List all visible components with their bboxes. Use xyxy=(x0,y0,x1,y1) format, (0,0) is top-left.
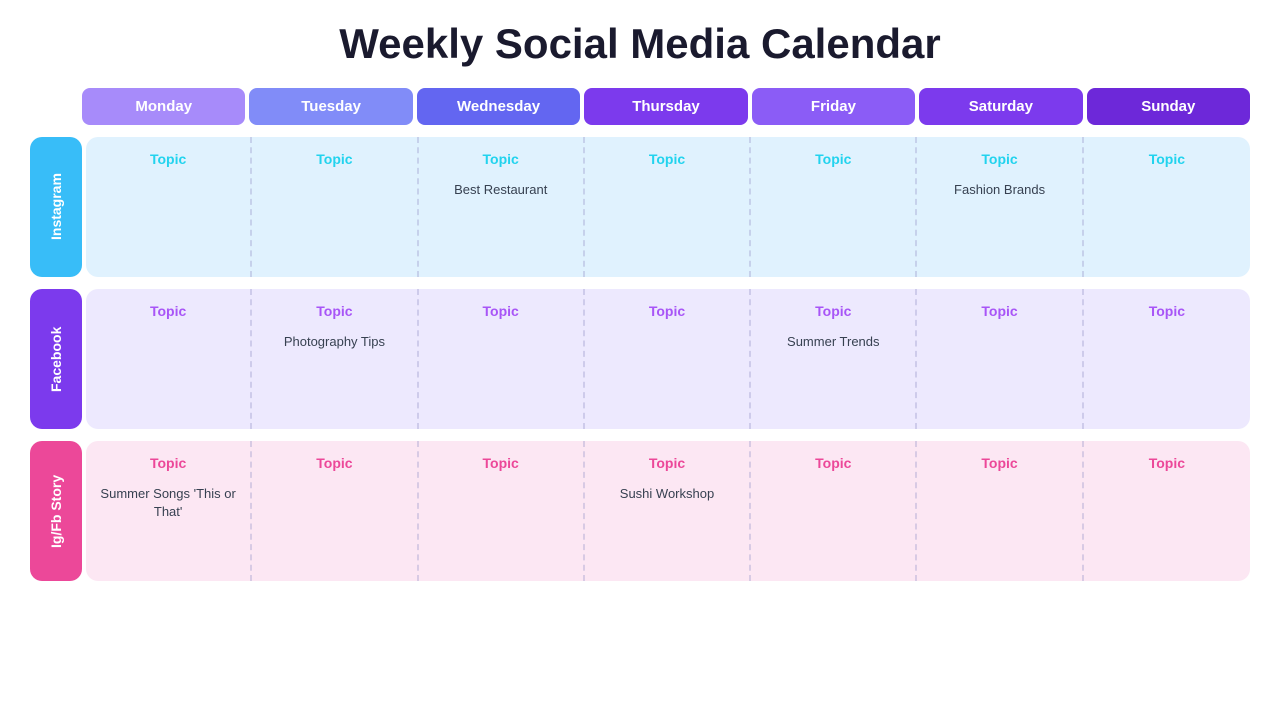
row-ig-fb-story: Ig/Fb Story Topic Summer Songs 'This or Th… xyxy=(30,441,1250,581)
cell-topic: Topic xyxy=(316,455,352,471)
cell-r1-c4: Topic Summer Trends xyxy=(751,289,917,429)
cell-r1-c1: Topic Photography Tips xyxy=(252,289,418,429)
cell-r2-c5: Topic xyxy=(917,441,1083,581)
cell-r1-c6: Topic xyxy=(1084,289,1250,429)
cell-topic: Topic xyxy=(649,455,685,471)
header-saturday: Saturday xyxy=(919,88,1082,125)
cell-content: Fashion Brands xyxy=(954,181,1045,199)
cell-topic: Topic xyxy=(1149,151,1185,167)
calendar-wrapper: MondayTuesdayWednesdayThursdayFridaySatu… xyxy=(30,88,1250,581)
cell-topic: Topic xyxy=(981,151,1017,167)
cell-r1-c2: Topic xyxy=(419,289,585,429)
cell-r2-c1: Topic xyxy=(252,441,418,581)
cell-topic: Topic xyxy=(649,151,685,167)
cell-topic: Topic xyxy=(981,303,1017,319)
cell-r0-c3: Topic xyxy=(585,137,751,277)
header-friday: Friday xyxy=(752,88,915,125)
cell-content: Best Restaurant xyxy=(454,181,547,199)
header-sunday: Sunday xyxy=(1087,88,1250,125)
row-label-0: Instagram xyxy=(30,137,82,277)
calendar-container: MondayTuesdayWednesdayThursdayFridaySatu… xyxy=(30,88,1250,581)
cell-topic: Topic xyxy=(150,455,186,471)
cell-topic: Topic xyxy=(316,151,352,167)
cell-r2-c0: Topic Summer Songs 'This or That' xyxy=(86,441,252,581)
row-instagram: InstagramTopicTopicTopicBest RestaurantT… xyxy=(30,137,1250,277)
cell-content: Photography Tips xyxy=(284,333,385,351)
page-title: Weekly Social Media Calendar xyxy=(339,20,940,68)
header-row: MondayTuesdayWednesdayThursdayFridaySatu… xyxy=(82,88,1250,125)
header-monday: Monday xyxy=(82,88,245,125)
content-grid-1: TopicTopicPhotography TipsTopicTopicTopi… xyxy=(86,289,1250,429)
cell-topic: Topic xyxy=(1149,303,1185,319)
cell-topic: Topic xyxy=(483,303,519,319)
cell-topic: Topic xyxy=(815,151,851,167)
cell-topic: Topic xyxy=(150,303,186,319)
cell-r1-c0: Topic xyxy=(86,289,252,429)
cell-r0-c1: Topic xyxy=(252,137,418,277)
cell-r0-c0: Topic xyxy=(86,137,252,277)
cell-content: Summer Trends xyxy=(787,333,879,351)
cell-topic: Topic xyxy=(483,151,519,167)
header-thursday: Thursday xyxy=(584,88,747,125)
cell-r1-c3: Topic xyxy=(585,289,751,429)
header-tuesday: Tuesday xyxy=(249,88,412,125)
cell-r0-c4: Topic xyxy=(751,137,917,277)
cell-r2-c4: Topic xyxy=(751,441,917,581)
cell-topic: Topic xyxy=(150,151,186,167)
cell-r0-c2: Topic Best Restaurant xyxy=(419,137,585,277)
header-wednesday: Wednesday xyxy=(417,88,580,125)
cell-r0-c6: Topic xyxy=(1084,137,1250,277)
row-facebook: FacebookTopicTopicPhotography TipsTopicT… xyxy=(30,289,1250,429)
cell-content: Sushi Workshop xyxy=(620,485,714,503)
cell-topic: Topic xyxy=(815,303,851,319)
cell-content: Summer Songs 'This or That' xyxy=(96,485,240,521)
cell-r0-c5: Topic Fashion Brands xyxy=(917,137,1083,277)
row-label-1: Facebook xyxy=(30,289,82,429)
cell-topic: Topic xyxy=(1149,455,1185,471)
cell-r2-c6: Topic xyxy=(1084,441,1250,581)
cell-r1-c5: Topic xyxy=(917,289,1083,429)
content-grid-0: TopicTopicTopicBest RestaurantTopicTopic… xyxy=(86,137,1250,277)
cell-topic: Topic xyxy=(316,303,352,319)
cell-topic: Topic xyxy=(815,455,851,471)
cell-r2-c3: Topic Sushi Workshop xyxy=(585,441,751,581)
cell-topic: Topic xyxy=(981,455,1017,471)
cell-topic: Topic xyxy=(649,303,685,319)
content-grid-2: TopicSummer Songs 'This or That'TopicTop… xyxy=(86,441,1250,581)
cell-topic: Topic xyxy=(483,455,519,471)
cell-r2-c2: Topic xyxy=(419,441,585,581)
row-label-2: Ig/Fb Story xyxy=(30,441,82,581)
